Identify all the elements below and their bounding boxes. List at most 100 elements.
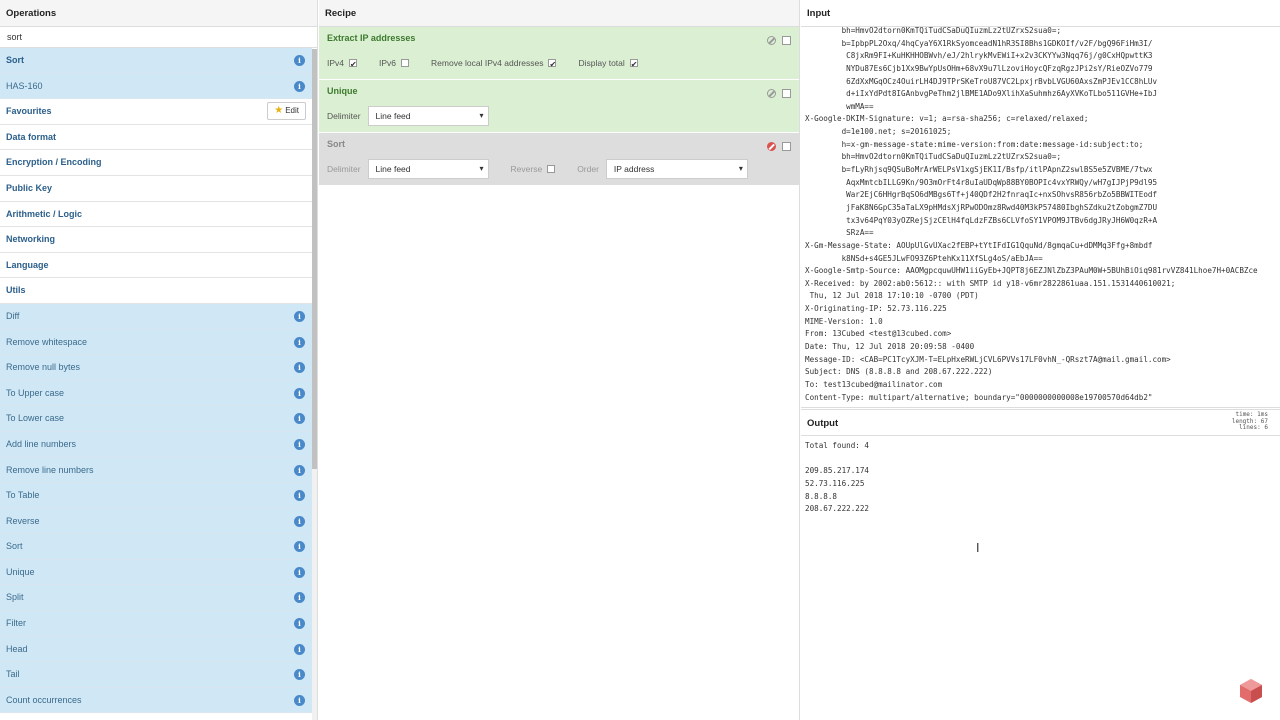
disable-icon[interactable] [767, 89, 776, 99]
input-line: Subject: DNS (8.8.8.8 and 208.67.222.222… [805, 367, 993, 377]
info-icon[interactable]: i [294, 80, 305, 92]
category-label: Data format [6, 131, 57, 142]
category-label: Utils [6, 285, 26, 296]
info-icon[interactable]: i [294, 413, 305, 425]
op-item-to-lower-case[interactable]: To Lower case i [0, 406, 312, 432]
operations-panel: Operations Sort i HAS-160 i Favourites ★… [0, 0, 318, 720]
category-favourites[interactable]: Favourites ★ Edit [0, 99, 312, 125]
output-textarea[interactable]: Total found: 4 209.85.217.174 52.73.116.22… [803, 440, 869, 516]
op-item-remove-null-bytes[interactable]: Remove null bytes i [0, 355, 312, 381]
op-item-to-table[interactable]: To Table i [0, 483, 312, 509]
recipe-op-extract-ip[interactable]: Extract IP addresses IPv4 IPv6 Remove lo… [319, 27, 799, 80]
op-item-reverse[interactable]: Reverse i [0, 508, 312, 535]
op-label: HAS-160 [6, 80, 43, 91]
op-label: Unique [6, 566, 35, 577]
op-label: Add line numbers [6, 438, 77, 449]
op-item-count-occurrences[interactable]: Count occurrences i [0, 687, 312, 714]
info-icon[interactable]: i [294, 387, 305, 399]
breakpoint-checkbox[interactable] [782, 142, 791, 152]
recipe-op-args: Delimiter Line feed [327, 106, 791, 126]
op-item-diff[interactable]: Diff i [0, 303, 312, 330]
arg-display-total[interactable]: Display total [578, 54, 638, 74]
output-line: 208.67.222.222 [805, 504, 870, 514]
breakpoint-checkbox[interactable] [782, 36, 791, 46]
category-encryption[interactable]: Encryption / Encoding [0, 150, 312, 176]
disable-icon[interactable] [767, 36, 776, 46]
op-item-head[interactable]: Head i [0, 636, 312, 663]
category-data-format[interactable]: Data format [0, 124, 312, 151]
ipv6-checkbox[interactable] [401, 59, 410, 67]
info-icon[interactable]: i [294, 669, 305, 681]
category-utils[interactable]: Utils [0, 278, 312, 304]
category-networking[interactable]: Networking [0, 227, 312, 253]
op-label: Diff [6, 310, 20, 321]
arg-delimiter: Delimiter Line feed [327, 159, 489, 179]
info-icon[interactable]: i [294, 643, 305, 655]
info-icon[interactable]: i [294, 362, 305, 374]
delimiter-select[interactable]: Line feed [367, 159, 489, 179]
operations-search[interactable] [0, 27, 317, 48]
category-public-key[interactable]: Public Key [0, 175, 312, 202]
arg-remove-local[interactable]: Remove local IPv4 addresses [431, 54, 557, 74]
op-label: Tail [6, 669, 20, 680]
op-item-tail[interactable]: Tail i [0, 662, 312, 688]
arg-delimiter: Delimiter Line feed [327, 106, 489, 126]
arg-order: Order IP address [577, 159, 748, 179]
edit-favourites-button[interactable]: ★ Edit [267, 102, 306, 121]
op-item-unique[interactable]: Unique i [0, 559, 312, 586]
op-item-sort[interactable]: Sort i [0, 534, 312, 560]
order-select[interactable]: IP address [605, 159, 748, 179]
info-icon[interactable]: i [294, 694, 305, 706]
category-language[interactable]: Language [0, 252, 312, 279]
reverse-checkbox[interactable] [547, 165, 556, 173]
operations-scrollbar[interactable] [312, 49, 317, 720]
op-result-sort[interactable]: Sort i [0, 48, 312, 74]
info-icon[interactable]: i [294, 618, 305, 630]
recipe-op-unique[interactable]: Unique Delimiter Line feed [319, 80, 799, 133]
op-label: To Table [6, 490, 40, 501]
category-arithmetic[interactable]: Arithmetic / Logic [0, 201, 312, 228]
info-icon[interactable]: i [294, 566, 305, 578]
info-icon[interactable]: i [294, 336, 305, 348]
op-item-split[interactable]: Split i [0, 585, 312, 612]
edit-label: Edit [285, 106, 299, 116]
info-icon[interactable]: i [294, 541, 305, 553]
arg-reverse[interactable]: Reverse [511, 160, 556, 178]
input-textarea[interactable]: bh=HmvO2dtorn0KmTQiTudCSaDuQIuzmLz2tUZrx… [803, 25, 1258, 404]
recipe-op-title: Extract IP addresses [327, 33, 416, 43]
info-icon[interactable]: i [294, 310, 305, 322]
op-item-remove-line-numbers[interactable]: Remove line numbers i [0, 457, 312, 484]
disable-icon[interactable] [767, 142, 776, 152]
op-item-to-upper-case[interactable]: To Upper case i [0, 380, 312, 407]
op-label: Reverse [6, 515, 40, 526]
recipe-panel: Recipe Extract IP addresses IPv4 IPv6 Re… [319, 0, 800, 720]
display-total-checkbox[interactable] [629, 56, 638, 74]
arg-ipv4[interactable]: IPv4 [327, 54, 358, 74]
recipe-title: Recipe [319, 0, 799, 27]
search-input[interactable] [7, 32, 307, 42]
delimiter-select[interactable]: Line feed [367, 106, 489, 126]
info-icon[interactable]: i [294, 515, 305, 527]
op-item-filter[interactable]: Filter i [0, 611, 312, 637]
stat-value: 6 [1264, 424, 1268, 431]
info-icon[interactable]: i [294, 55, 305, 66]
op-label: Remove null bytes [6, 362, 81, 373]
remove-local-checkbox[interactable] [548, 56, 557, 74]
arg-ipv6[interactable]: IPv6 [379, 54, 410, 72]
output-line: 209.85.217.174 [805, 466, 870, 476]
info-icon[interactable]: i [294, 490, 305, 502]
recipe-op-sort[interactable]: Sort Delimiter Line feed Reverse Order IP … [319, 133, 799, 186]
ipv4-checkbox[interactable] [349, 56, 358, 74]
op-item-remove-whitespace[interactable]: Remove whitespace i [0, 329, 312, 356]
info-icon[interactable]: i [294, 438, 305, 450]
info-icon[interactable]: i [294, 592, 305, 604]
scrollbar-thumb[interactable] [312, 49, 317, 469]
output-line: Total found: 4 [805, 441, 870, 450]
info-icon[interactable]: i [294, 464, 305, 476]
op-item-add-line-numbers[interactable]: Add line numbers i [0, 431, 312, 458]
arg-label: IPv4 [327, 58, 345, 68]
op-result-has160[interactable]: HAS-160 i [0, 73, 312, 100]
input-line: h=x-gm-message-state:mime-version:from:d… [805, 139, 1144, 149]
breakpoint-checkbox[interactable] [782, 89, 791, 99]
